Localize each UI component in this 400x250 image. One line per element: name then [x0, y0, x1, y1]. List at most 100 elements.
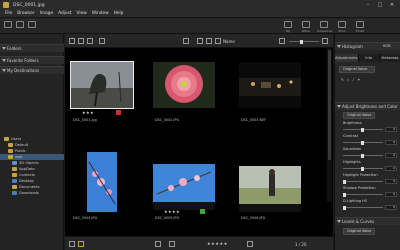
next-image-icon[interactable] — [169, 241, 175, 247]
other-input-icon[interactable] — [302, 21, 310, 28]
menu-help[interactable]: Help — [114, 11, 124, 16]
zoom-out-icon[interactable] — [279, 38, 285, 44]
thumbnail-image — [153, 164, 215, 202]
prev-image-icon[interactable] — [155, 241, 161, 247]
slider-knob[interactable] — [361, 127, 364, 132]
slider-label: Saturation — [343, 147, 362, 151]
thumbnail-dsc-0004[interactable] — [71, 152, 133, 212]
brightness-value[interactable]: 0 — [385, 127, 397, 132]
my-destinations-header[interactable]: My Destinations — [0, 66, 64, 74]
tab-metadata[interactable]: Metadata — [380, 54, 400, 62]
folder-icon — [12, 179, 17, 183]
zoom-in-icon[interactable] — [322, 38, 328, 44]
rotate-left-icon[interactable] — [197, 38, 203, 44]
minimize-button[interactable]: – — [362, 0, 374, 10]
brightness-preset-dropdown[interactable]: Original Value — [343, 112, 375, 119]
favorite-folders-header[interactable]: Favorite Folders — [0, 56, 64, 64]
thumbnail-dsc-0006[interactable] — [239, 166, 301, 212]
menu-image[interactable]: Image — [40, 11, 53, 16]
d-lighting-value[interactable]: 0 — [385, 205, 397, 210]
thumbnail-rating[interactable]: ★★★ — [82, 110, 94, 115]
browser-icon[interactable] — [4, 21, 12, 28]
levels-preset-dropdown[interactable]: Original Value — [343, 228, 375, 235]
slider-knob[interactable] — [343, 179, 346, 184]
tree-item-label: Default — [15, 142, 29, 147]
slideshow-icon[interactable] — [320, 21, 328, 28]
album-icon[interactable] — [284, 21, 292, 28]
list-view-icon[interactable] — [78, 38, 84, 44]
color-label-badge — [116, 110, 121, 115]
thumbnail-size-slider[interactable] — [289, 39, 319, 44]
thumbnail-rating[interactable]: ★★★★ — [164, 209, 180, 214]
thumbnail-dsc-0002[interactable] — [153, 62, 215, 108]
close-button[interactable]: ✕ — [386, 0, 398, 10]
shadow-protection-slider[interactable] — [343, 192, 383, 197]
tree-item-downloads[interactable]: Downloads — [0, 190, 64, 196]
thumbnail-filename: DSC_0005.JPG — [155, 216, 180, 220]
slider-knob[interactable] — [343, 205, 346, 210]
menu-browser[interactable]: Browser — [17, 11, 34, 16]
sort-icon[interactable] — [215, 38, 221, 44]
slider-knob[interactable] — [361, 140, 364, 145]
folders-section-header[interactable]: Folders — [0, 44, 64, 52]
slider-knob[interactable] — [300, 39, 303, 44]
highlights-value[interactable]: 0 — [385, 166, 397, 171]
fullscreen-icon[interactable] — [28, 21, 36, 28]
thumbnail-scrollbar[interactable] — [327, 48, 332, 202]
thumbnail-dsc-0001[interactable] — [70, 61, 134, 109]
brightness-slider[interactable] — [343, 127, 383, 132]
slider-knob[interactable] — [361, 153, 364, 158]
window-controls: – □ ✕ — [362, 0, 398, 10]
filmstrip-view-icon[interactable] — [87, 38, 93, 44]
straighten-icon[interactable]: ⟋ — [352, 78, 354, 82]
adjustment-preset-dropdown[interactable]: Original Value — [339, 66, 375, 73]
slider-knob[interactable] — [361, 166, 364, 171]
adjust-tools-row: ✎ ⌗ ⟋ ✦ — [341, 78, 360, 82]
viewer-icon[interactable] — [16, 21, 24, 28]
d-lighting-slider[interactable] — [343, 205, 383, 210]
highlight-protection-value[interactable]: 0 — [385, 179, 397, 184]
saturation-slider[interactable] — [343, 153, 383, 158]
thumbnail-image — [239, 62, 301, 108]
tab-adjustments[interactable]: Adjustments — [335, 54, 359, 62]
sort-label[interactable]: Name — [223, 39, 235, 44]
tab-info[interactable]: Info — [359, 54, 380, 62]
menu-view[interactable]: View — [77, 11, 87, 16]
crop-icon[interactable]: ⌗ — [347, 78, 349, 82]
print-icon[interactable] — [338, 21, 346, 28]
scrollbar-thumb[interactable] — [328, 50, 331, 160]
contrast-value[interactable]: 0 — [385, 140, 397, 145]
brightness-section-header[interactable]: Adjust Brightness and Color — [335, 102, 400, 110]
thumbnail-dsc-0003[interactable] — [239, 62, 301, 108]
rating-stars[interactable]: ★★★★★ — [207, 241, 228, 246]
levels-curves-header[interactable]: Levels & Curves — [335, 217, 400, 225]
grid-view-icon[interactable] — [69, 38, 75, 44]
maximize-button[interactable]: □ — [374, 0, 386, 10]
highlights-slider[interactable] — [343, 166, 383, 171]
zoom-fit-icon[interactable] — [183, 38, 189, 44]
slider-label: Contrast — [343, 134, 358, 138]
highlight-protection-slider[interactable] — [343, 179, 383, 184]
slider-knob[interactable] — [343, 192, 346, 197]
thumbnail-dsc-0005[interactable] — [153, 164, 215, 210]
app-icon — [3, 2, 9, 8]
tag-icon[interactable] — [69, 241, 75, 247]
rotate-right-icon[interactable] — [206, 38, 212, 44]
eyedropper-icon[interactable]: ✎ — [341, 78, 344, 82]
contrast-slider[interactable] — [343, 140, 383, 145]
histogram-mode[interactable]: RGB — [383, 44, 391, 48]
email-icon[interactable] — [356, 21, 364, 28]
label-icon[interactable] — [78, 241, 84, 247]
menu-file[interactable]: File — [5, 11, 12, 16]
menu-adjust[interactable]: Adjust — [58, 11, 71, 16]
reject-icon[interactable] — [247, 241, 253, 247]
shadow-protection-value[interactable]: 0 — [385, 192, 397, 197]
slider-label: Highlight Protection — [343, 173, 378, 177]
retouch-icon[interactable]: ✦ — [357, 78, 360, 82]
my-destinations-title: My Destinations — [7, 68, 40, 73]
expand-triangle-icon — [2, 47, 6, 50]
menu-window[interactable]: Window — [92, 11, 109, 16]
compare-view-icon[interactable] — [99, 38, 105, 44]
browser-toolbar: Name — [65, 34, 333, 48]
saturation-value[interactable]: 0 — [385, 153, 397, 158]
